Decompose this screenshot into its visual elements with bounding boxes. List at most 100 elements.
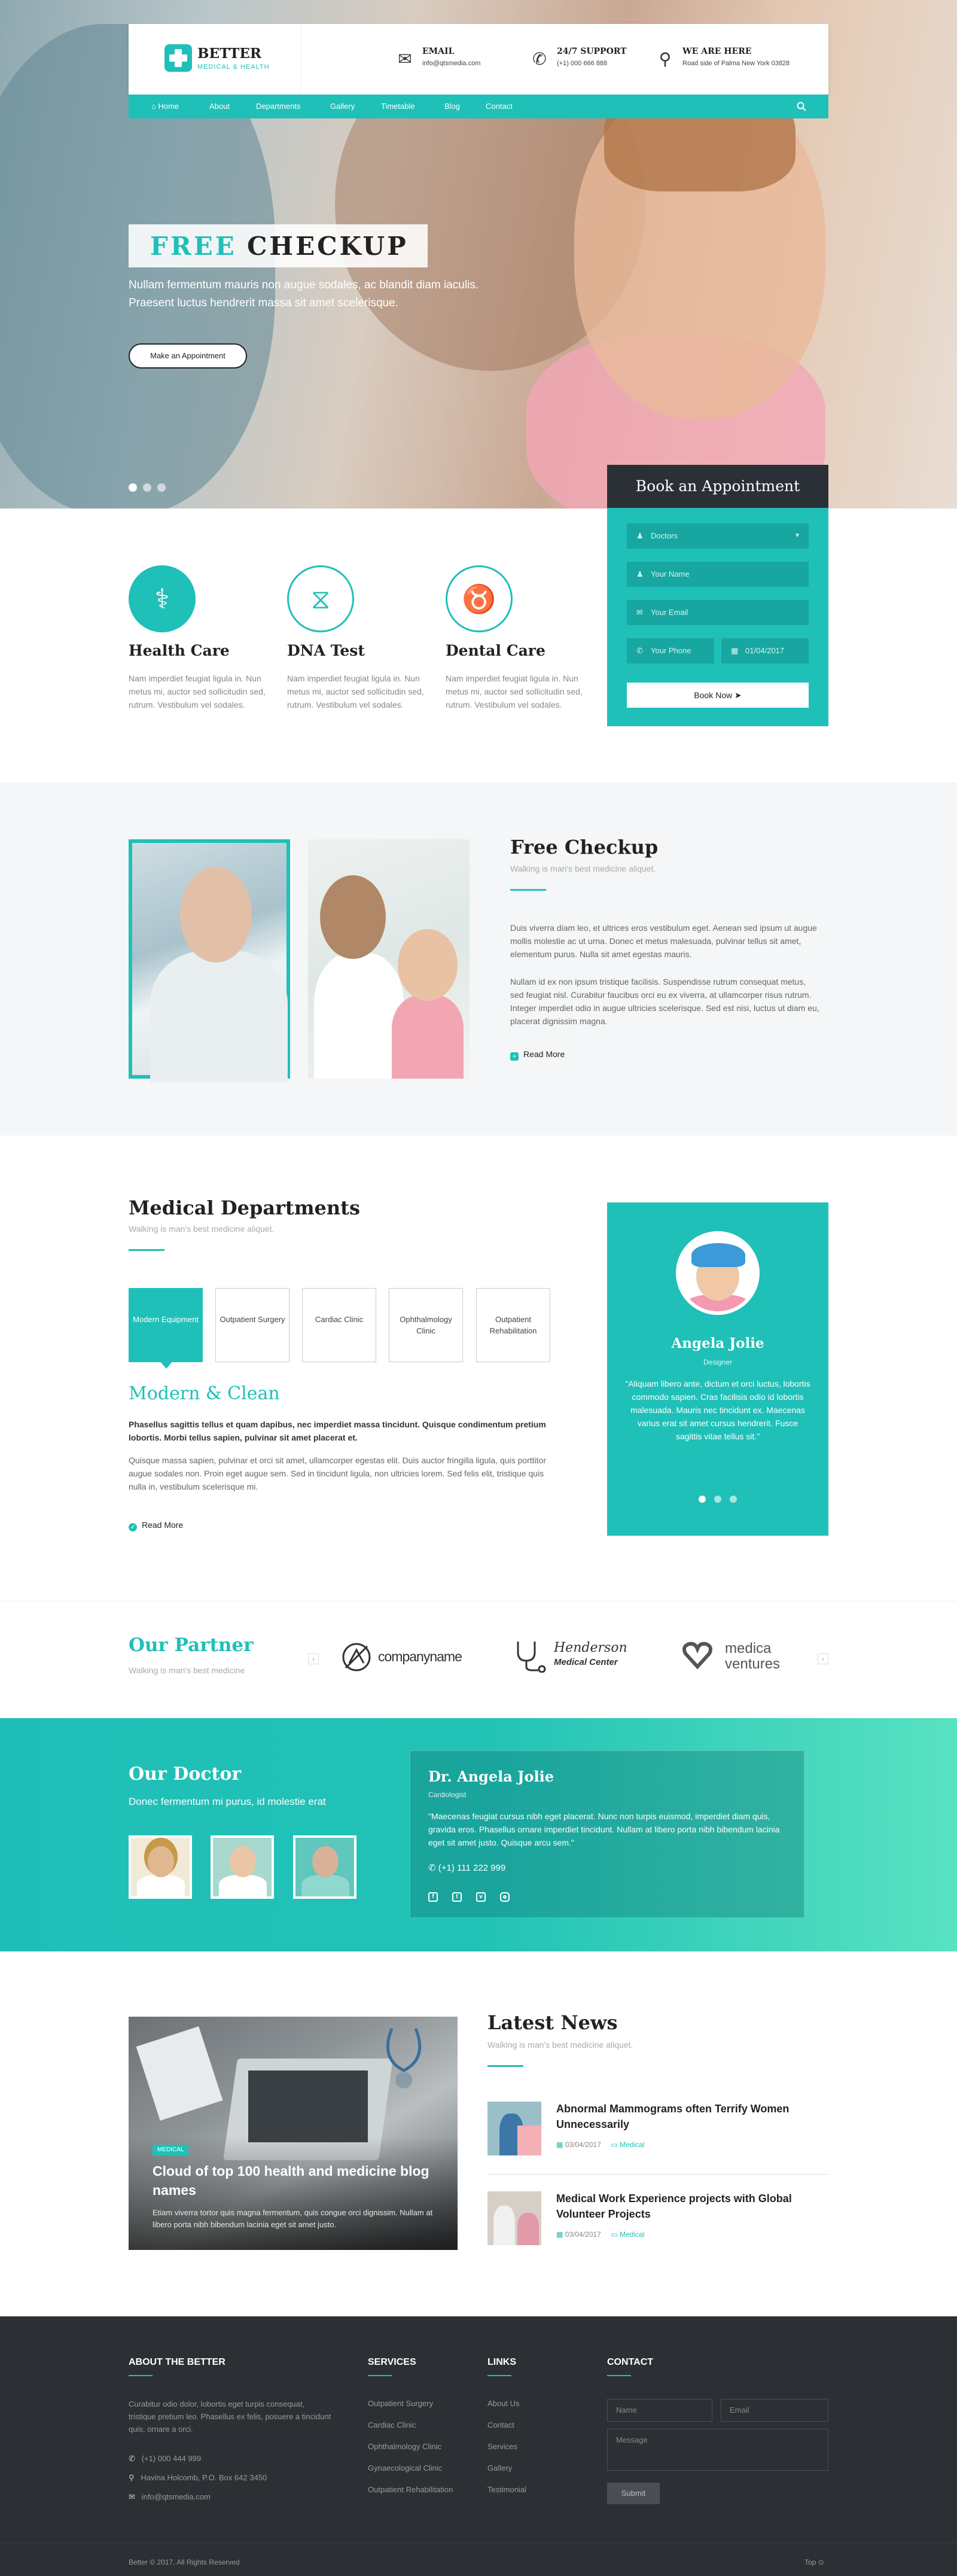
- news-item-1-title[interactable]: Abnormal Mammograms often Terrify Women …: [556, 2101, 819, 2132]
- testimonial-dot-3[interactable]: [730, 1496, 737, 1503]
- back-to-top[interactable]: Top ⊙: [804, 2558, 824, 2566]
- envelope-icon: ✉: [398, 50, 412, 68]
- news-thumb-1[interactable]: [487, 2102, 541, 2155]
- nav-gallery[interactable]: Gallery: [330, 95, 355, 118]
- email-field[interactable]: ✉ Your Email: [627, 600, 809, 625]
- doctors-select[interactable]: ♟ Doctors ▼: [627, 523, 809, 549]
- tab-ophthalmology-clinic[interactable]: Ophthalmology Clinic: [389, 1288, 463, 1362]
- partner-next-arrow[interactable]: ›: [818, 1654, 828, 1664]
- footer-about-title: ABOUT THE BETTER: [129, 2357, 225, 2367]
- chevron-down-icon: ▼: [794, 532, 800, 539]
- folder-icon: ▭: [611, 2140, 618, 2149]
- doctor-thumb-2[interactable]: [211, 1835, 274, 1899]
- doctor-thumb-1[interactable]: [129, 1835, 192, 1899]
- footer-submit-button[interactable]: Submit: [607, 2483, 660, 2504]
- stethoscope-icon: ⚕: [154, 583, 170, 614]
- tab-outpatient-surgery[interactable]: Outpatient Surgery: [215, 1288, 289, 1362]
- featured-news-desc: Etiam viverra tortor quis magna fermentu…: [153, 2208, 433, 2229]
- footer-link[interactable]: Testimonial: [487, 2485, 526, 2494]
- slider-dot-2[interactable]: [143, 483, 151, 492]
- checkup-title: Free Checkup: [510, 836, 659, 858]
- logo-icon[interactable]: [164, 44, 192, 72]
- news-tag[interactable]: MEDICAL: [153, 2145, 189, 2155]
- footer-service-link[interactable]: Gynaecological Clinic: [368, 2464, 442, 2473]
- footer-message-field[interactable]: Message: [607, 2429, 828, 2471]
- tab-outpatient-rehabilitation[interactable]: Outpatient Rehabilitation: [476, 1288, 550, 1362]
- department-bold-text: Phasellus sagittis tellus et quam dapibu…: [129, 1420, 546, 1442]
- checkup-paragraph-2: Nullam id ex non ipsum tristique facilis…: [510, 977, 819, 1026]
- arrow-up-icon: ⊙: [818, 2558, 824, 2566]
- heart-logo-icon: [682, 1642, 712, 1670]
- partner-prev-arrow[interactable]: ‹: [308, 1654, 319, 1664]
- phone-icon: ✆: [129, 2454, 135, 2463]
- nav-home[interactable]: ⌂ Home: [151, 95, 179, 118]
- nav-blog[interactable]: Blog: [444, 95, 460, 118]
- footer-service-link[interactable]: Outpatient Surgery: [368, 2399, 433, 2408]
- tab-cardiac-clinic[interactable]: Cardiac Clinic: [302, 1288, 376, 1362]
- envelope-icon: ✉: [636, 608, 643, 617]
- checkup-paragraph-1: Duis viverra diam leo, et ultrices eros …: [510, 923, 817, 959]
- news-thumb-2[interactable]: [487, 2191, 541, 2245]
- vimeo-icon[interactable]: v: [476, 1892, 486, 1902]
- testimonial-name: Angela Jolie: [671, 1335, 764, 1351]
- user-icon: ♟: [636, 531, 644, 540]
- logo-title[interactable]: BETTER: [197, 45, 261, 62]
- slider-dot-3[interactable]: [157, 483, 166, 492]
- search-icon[interactable]: [797, 102, 806, 111]
- facebook-icon[interactable]: f: [428, 1892, 438, 1902]
- news-item-2-title[interactable]: Medical Work Experience projects with Gl…: [556, 2191, 819, 2222]
- footer-service-link[interactable]: Outpatient Rehabilitation: [368, 2485, 453, 2494]
- appointment-title: Book an Appointment: [607, 465, 828, 508]
- featured-news-card[interactable]: MEDICAL Cloud of top 100 health and medi…: [129, 2017, 458, 2250]
- testimonial-dot-2[interactable]: [714, 1496, 721, 1503]
- departments-subtitle: Walking is man's best medicine aliquet.: [129, 1224, 275, 1234]
- checkup-image-doctor-child: [308, 839, 470, 1079]
- name-field[interactable]: ♟ Your Name: [627, 562, 809, 587]
- folder-icon: ▭: [611, 2230, 618, 2239]
- nav-contact[interactable]: Contact: [486, 95, 513, 118]
- footer-service-link[interactable]: Cardiac Clinic: [368, 2420, 416, 2429]
- footer-link[interactable]: Services: [487, 2442, 517, 2451]
- footer-email-field[interactable]: Email: [721, 2399, 828, 2422]
- title-underline: [129, 1249, 164, 1251]
- appointment-form: Book an Appointment ♟ Doctors ▼ ♟ Your Name…: [607, 465, 828, 726]
- nav-timetable[interactable]: Timetable: [381, 95, 415, 118]
- copyright: Better © 2017, All Rights Reserved: [129, 2558, 240, 2566]
- map-pin-icon: ⚲: [129, 2473, 135, 2482]
- checkup-read-more[interactable]: + Read More: [510, 1049, 565, 1061]
- dna-icon: ⧖: [310, 583, 331, 614]
- make-appointment-button[interactable]: Make an Appointment: [129, 343, 247, 369]
- testimonial-role: Designer: [703, 1358, 733, 1366]
- slider-dot-1[interactable]: [129, 483, 137, 492]
- phone-icon: ✆: [636, 646, 643, 655]
- footer-email[interactable]: ✉ info@qtsmedia.com: [129, 2492, 211, 2502]
- featured-news-title[interactable]: Cloud of top 100 health and medicine blo…: [153, 2161, 434, 2200]
- hero-title: FREE CHECKUP: [129, 224, 428, 267]
- main-nav: ⌂ Home About Departments Gallery Timetab…: [129, 95, 828, 118]
- envelope-icon: ✉: [129, 2492, 135, 2501]
- check-circle-icon: ✓: [129, 1523, 137, 1531]
- footer-name-field[interactable]: Name: [607, 2399, 712, 2422]
- book-now-button[interactable]: Book Now ➤: [627, 683, 809, 708]
- footer-service-link[interactable]: Ophthalmology Clinic: [368, 2442, 441, 2451]
- footer-link[interactable]: Gallery: [487, 2464, 512, 2473]
- nav-about[interactable]: About: [209, 95, 230, 118]
- footer-about-text: Curabitur odio dolor, lobortis eget turp…: [129, 2400, 331, 2434]
- department-read-more[interactable]: ✓ Read More: [129, 1520, 183, 1531]
- phone-field[interactable]: ✆ Your Phone: [627, 638, 714, 663]
- footer-link[interactable]: About Us: [487, 2399, 519, 2408]
- company-logo-icon: [342, 1643, 371, 1671]
- footer-services-title: SERVICES: [368, 2357, 416, 2367]
- tab-modern-equipment[interactable]: Modern Equipment: [129, 1288, 203, 1369]
- footer-link[interactable]: Contact: [487, 2420, 514, 2429]
- nav-departments[interactable]: Departments: [256, 95, 300, 118]
- instagram-icon[interactable]: [500, 1892, 510, 1902]
- footer-contact-title: CONTACT: [607, 2357, 654, 2367]
- twitter-icon[interactable]: t: [452, 1892, 462, 1902]
- doctor-thumb-3[interactable]: [293, 1835, 356, 1899]
- date-field[interactable]: ▦ 01/04/2017: [721, 638, 809, 663]
- map-pin-icon: ⚲: [659, 50, 672, 68]
- testimonial-card: Angela Jolie Designer "Aliquam libero an…: [607, 1202, 828, 1536]
- testimonial-dot-1[interactable]: [699, 1496, 706, 1503]
- departments-title: Medical Departments: [129, 1196, 360, 1219]
